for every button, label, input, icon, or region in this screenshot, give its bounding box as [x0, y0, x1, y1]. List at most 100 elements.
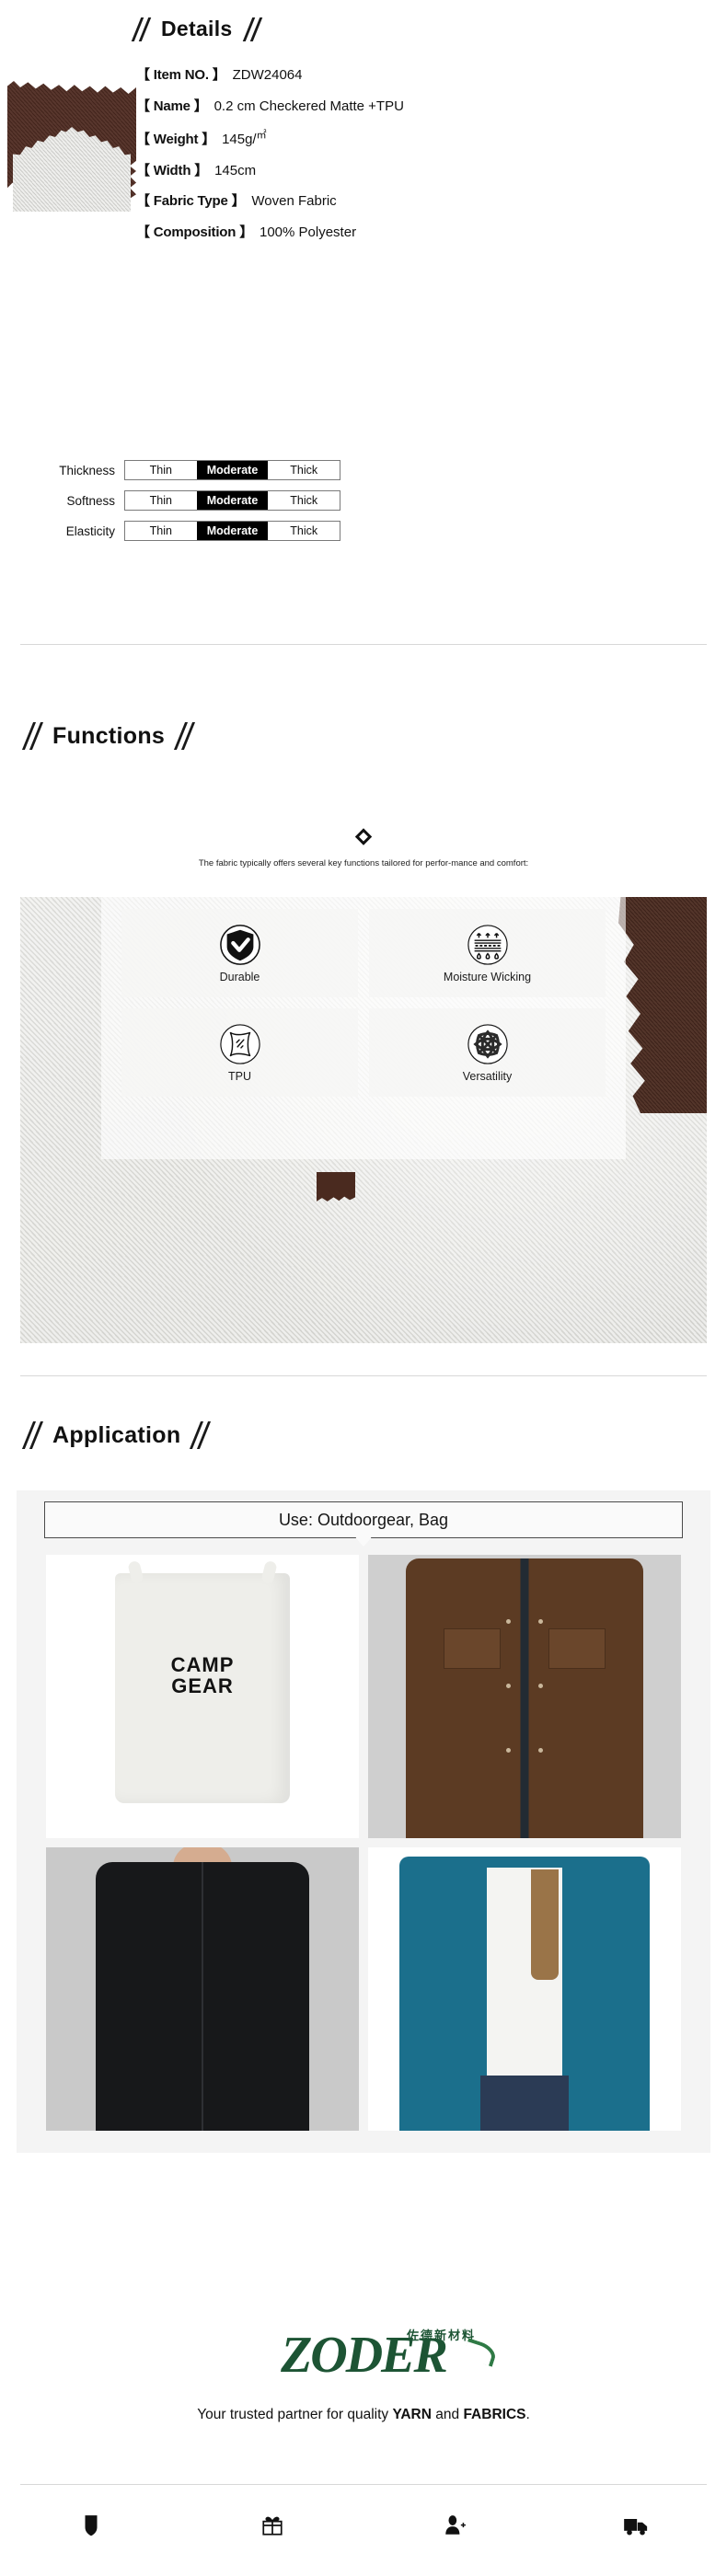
delivery-truck-icon[interactable] — [616, 2507, 656, 2544]
rating-row-elasticity: Elasticity Thin Moderate Thick — [55, 521, 340, 541]
fabric-rating-table: Thickness Thin Moderate Thick Softness T… — [55, 460, 340, 551]
spec-key: 【 Name 】 — [136, 98, 208, 114]
bag-logo-line1: CAMP — [170, 1653, 235, 1676]
function-card-versatility[interactable]: Versatility — [369, 1008, 606, 1097]
application-panel: Use: Outdoorgear, Bag CAMP GEAR — [17, 1490, 710, 2153]
section-divider — [20, 1375, 707, 1376]
slash-decor-icon — [242, 17, 262, 41]
bag-logo: CAMP GEAR — [115, 1654, 290, 1696]
tagline-fabrics: FABRICS — [463, 2407, 526, 2422]
details-section-heading: Details — [131, 17, 262, 41]
spec-value: 145g/㎡ — [222, 130, 267, 147]
tagline-yarn: YARN — [392, 2407, 432, 2422]
shield-icon[interactable] — [71, 2507, 111, 2544]
zoder-logo: ZODER 佐德新材料 — [225, 2318, 502, 2392]
brand-logo-wrap: ZODER 佐德新材料 — [0, 2318, 727, 2392]
gift-icon[interactable] — [252, 2507, 293, 2544]
slash-decor-icon — [174, 722, 196, 750]
rating-option-moderate[interactable]: Moderate — [196, 461, 269, 479]
dry-bag-shape: CAMP GEAR — [115, 1573, 290, 1803]
rating-option-thin[interactable]: Thin — [125, 461, 197, 479]
use-label-box: Use: Outdoorgear, Bag — [44, 1501, 683, 1547]
rating-option-thick[interactable]: Thick — [268, 522, 340, 540]
slash-decor-icon — [131, 17, 152, 41]
fabric-dark-tab — [317, 1172, 355, 1202]
rating-option-thin[interactable]: Thin — [125, 522, 197, 540]
tagline-end: . — [525, 2407, 530, 2422]
rating-label: Elasticity — [65, 523, 115, 538]
slash-decor-icon — [21, 722, 44, 750]
spec-key: 【 Fabric Type 】 — [136, 193, 246, 209]
shield-check-icon — [219, 924, 261, 966]
moisture-wicking-icon — [467, 924, 509, 966]
footer-icon-bar — [0, 2507, 727, 2544]
spec-value: 100% Polyester — [260, 224, 357, 240]
application-image-bag[interactable]: CAMP GEAR — [46, 1555, 359, 1838]
rating-option-moderate[interactable]: Moderate — [196, 491, 269, 510]
footer-divider — [20, 2484, 707, 2485]
function-card-tpu[interactable]: TPU — [121, 1008, 358, 1097]
functions-description: The fabric typically offers several key … — [198, 858, 529, 868]
slash-decor-icon — [21, 1421, 44, 1449]
jacket-pocket-right — [548, 1628, 606, 1669]
spec-row: 【 Name 】 0.2 cm Checkered Matte +TPU — [136, 98, 688, 115]
knot-weave-icon — [467, 1023, 509, 1065]
tagline-pre: Your trusted partner for quality — [197, 2407, 393, 2422]
spec-key: 【 Width 】 — [136, 162, 209, 178]
rating-scale: Thin Moderate Thick — [124, 490, 340, 511]
spec-value: 0.2 cm Checkered Matte +TPU — [213, 98, 404, 114]
function-card-durable[interactable]: Durable — [121, 909, 358, 997]
functions-overlay: The fabric typically offers several key … — [101, 791, 626, 1159]
rating-label: Thickness — [59, 463, 115, 477]
function-label: Moisture Wicking — [443, 970, 532, 983]
application-image-black-jacket[interactable] — [46, 1847, 359, 2131]
footer: ZODER 佐德新材料 Your trusted partner for qua… — [0, 2318, 727, 2423]
black-jacket-illustration — [46, 1847, 359, 2131]
brown-jacket-illustration — [368, 1555, 681, 1838]
add-user-icon[interactable] — [434, 2507, 475, 2544]
jacket-button — [505, 1748, 511, 1753]
callout-pointer-icon — [355, 1537, 372, 1547]
tpu-film-icon — [219, 1023, 261, 1065]
spec-value: ZDW24064 — [232, 67, 303, 83]
diamond-icon — [354, 828, 373, 845]
application-image-brown-jacket[interactable] — [368, 1555, 681, 1838]
function-label: Durable — [219, 970, 260, 983]
rating-option-moderate[interactable]: Moderate — [196, 522, 269, 540]
jacket-button — [505, 1619, 511, 1624]
rating-option-thick[interactable]: Thick — [268, 491, 340, 510]
rating-row-softness: Softness Thin Moderate Thick — [55, 490, 340, 511]
jacket-button — [505, 1684, 511, 1688]
model-hair — [530, 1869, 559, 1980]
spec-row: 【 Weight 】 145g/㎡ — [136, 130, 688, 148]
rating-option-thin[interactable]: Thin — [125, 491, 197, 510]
brand-name-cn: 佐德新材料 — [406, 2329, 476, 2342]
application-image-grid: CAMP GEAR — [46, 1555, 681, 2131]
footer-tagline: Your trusted partner for quality YARN an… — [0, 2407, 727, 2423]
spec-key: 【 Composition 】 — [136, 224, 253, 240]
fabric-swatch-image — [7, 81, 136, 212]
jacket-zipper — [202, 1862, 203, 2131]
spec-unit: ㎡ — [256, 130, 267, 141]
spec-row: 【 Item NO. 】 ZDW24064 — [136, 67, 688, 84]
teal-jacket-illustration — [368, 1847, 681, 2131]
section-divider — [20, 644, 707, 645]
spec-row: 【 Fabric Type 】 Woven Fabric — [136, 193, 688, 210]
application-image-teal-jacket[interactable] — [368, 1847, 681, 2131]
tagline-mid: and — [431, 2407, 464, 2422]
application-title: Application — [52, 1421, 181, 1448]
page-title: Details — [161, 17, 233, 40]
function-label: Versatility — [462, 1069, 513, 1083]
rating-option-thick[interactable]: Thick — [268, 461, 340, 479]
slash-decor-icon — [190, 1421, 212, 1449]
functions-card-grid: Durable Moisture Wicking TPU Versatility — [101, 909, 626, 1097]
use-label-text: Use: Outdoorgear, Bag — [278, 1510, 449, 1529]
functions-panel: The fabric typically offers several key … — [20, 791, 707, 1343]
rating-scale: Thin Moderate Thick — [124, 460, 340, 480]
spec-value: Woven Fabric — [251, 193, 337, 209]
application-section-heading: Application — [21, 1421, 212, 1449]
function-card-moisture-wicking[interactable]: Moisture Wicking — [369, 909, 606, 997]
spec-row: 【 Composition 】 100% Polyester — [136, 224, 688, 241]
jacket-placket — [520, 1558, 529, 1838]
rating-label: Softness — [66, 493, 115, 508]
